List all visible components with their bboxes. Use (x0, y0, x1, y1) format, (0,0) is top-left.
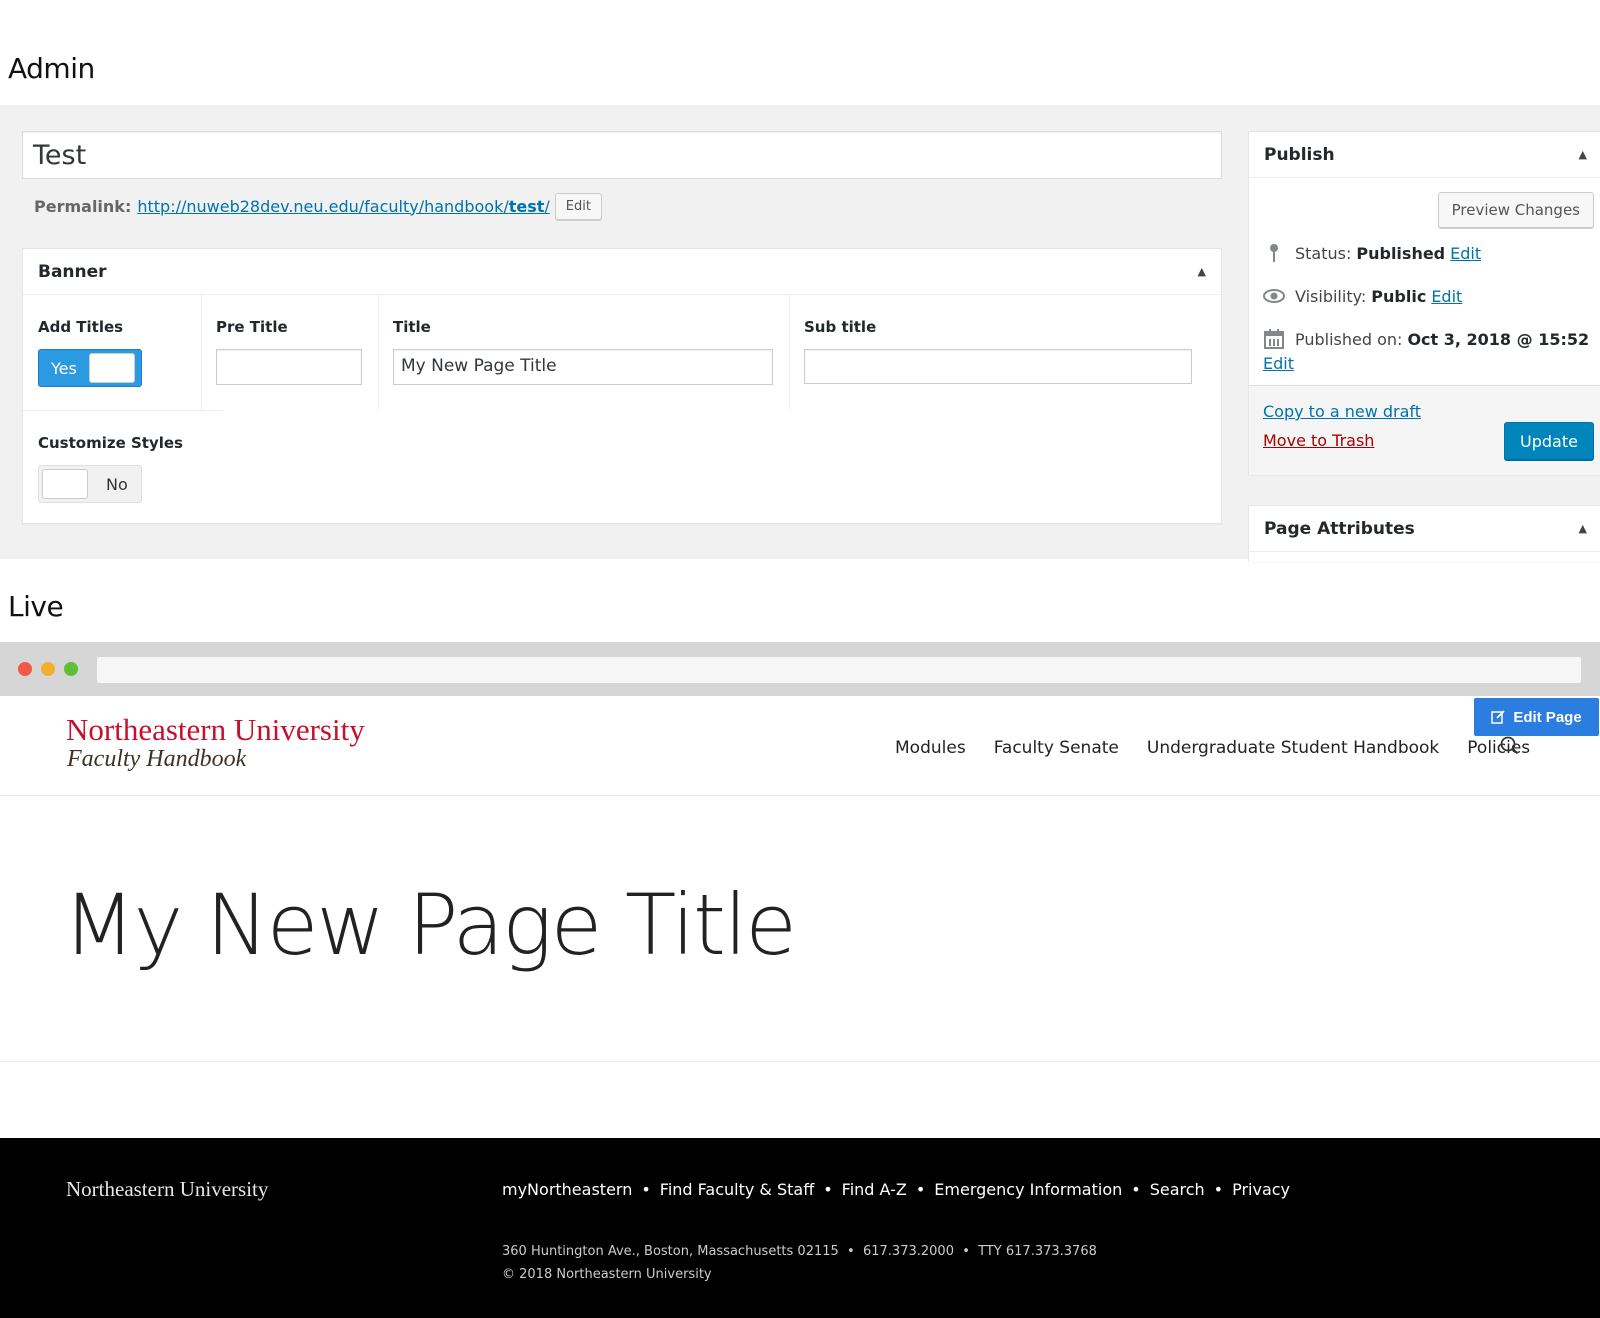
footer-address-line: 360 Huntington Ave., Boston, Massachuset… (502, 1244, 1097, 1259)
published-on-value: Oct 3, 2018 @ 15:52 (1407, 329, 1590, 349)
sub-title-field: Sub title (804, 318, 876, 336)
collapse-triangle-icon[interactable]: ▲ (1198, 265, 1206, 278)
status-value: Published (1356, 243, 1446, 263)
footer-link-search[interactable]: Search (1150, 1180, 1205, 1199)
permalink-label: Permalink: (34, 196, 132, 216)
customize-styles-toggle-label: No (106, 474, 128, 494)
preview-changes-button[interactable]: Preview Changes (1437, 192, 1594, 228)
edit-page-label: Edit Page (1513, 708, 1582, 726)
status-row: Status: Published Edit (1263, 242, 1481, 264)
banner-heading: Banner (38, 261, 107, 282)
edit-page-button[interactable]: Edit Page (1474, 698, 1599, 736)
add-titles-toggle-label: Yes (51, 358, 77, 378)
banner-metabox-header[interactable]: Banner ▲ (23, 249, 1221, 295)
live-section-heading: Live (8, 590, 64, 623)
pre-title-field: Pre Title (216, 318, 288, 336)
footer-links: myNortheastern • Find Faculty & Staff • Fi… (502, 1180, 1291, 1199)
visibility-label: Visibility: (1295, 286, 1367, 306)
status-edit-link[interactable]: Edit (1450, 244, 1481, 263)
nav-item-policies[interactable]: Policies (1467, 738, 1530, 758)
published-on-row: Published on: Oct 3, 2018 @ 15:52 (1263, 328, 1589, 350)
add-titles-label: Add Titles (38, 318, 124, 336)
nav-item-undergraduate-handbook[interactable]: Undergraduate Student Handbook (1147, 738, 1439, 758)
footer-logo[interactable]: Northeastern University (66, 1177, 268, 1202)
sub-title-label: Sub title (804, 318, 877, 336)
footer-link-find-faculty[interactable]: Find Faculty & Staff (660, 1180, 814, 1199)
post-title-input[interactable]: Test (22, 131, 1222, 179)
admin-section-heading: Admin (8, 52, 95, 85)
address-bar[interactable] (97, 657, 1581, 683)
search-icon[interactable] (1500, 736, 1519, 760)
site-footer: Northeastern University myNortheastern • … (0, 1138, 1600, 1318)
published-on-edit-link[interactable]: Edit (1263, 354, 1294, 373)
title-field: Title (393, 318, 431, 336)
minimize-window-dot[interactable] (41, 662, 55, 676)
nav-item-modules[interactable]: Modules (895, 738, 966, 758)
title-label: Title (393, 318, 431, 336)
page-attributes-header[interactable]: Page Attributes ▲ (1249, 506, 1600, 552)
footer-link-find-a-z[interactable]: Find A-Z (842, 1180, 907, 1199)
site-logo-subtitle[interactable]: Faculty Handbook (67, 746, 246, 773)
footer-address: 360 Huntington Ave., Boston, Massachuset… (502, 1240, 1097, 1286)
edit-icon (1491, 710, 1505, 724)
permalink-edit-button[interactable]: Edit (554, 192, 602, 220)
calendar-icon (1263, 328, 1285, 350)
sub-title-textarea[interactable] (804, 349, 1192, 384)
publish-heading: Publish (1264, 144, 1335, 165)
site-logo-title[interactable]: Northeastern University (66, 712, 365, 748)
permalink-row: Permalink: http://nuweb28dev.neu.edu/fac… (34, 191, 602, 221)
site-header: Northeastern University Faculty Handbook… (0, 696, 1600, 796)
visibility-edit-link[interactable]: Edit (1431, 287, 1462, 306)
pre-title-label: Pre Title (216, 318, 288, 336)
eye-icon (1263, 285, 1285, 307)
status-label: Status: (1295, 243, 1352, 263)
visibility-row: Visibility: Public Edit (1263, 285, 1462, 307)
page-attributes-metabox: Page Attributes ▲ (1248, 505, 1600, 561)
publish-metabox: Publish ▲ Preview Changes Status: Publis… (1248, 131, 1600, 475)
copy-to-draft-link[interactable]: Copy to a new draft (1263, 402, 1421, 421)
customize-styles-label: Customize Styles (38, 434, 183, 452)
nav-item-faculty-senate[interactable]: Faculty Senate (994, 738, 1119, 758)
collapse-triangle-icon[interactable]: ▲ (1579, 522, 1587, 535)
toggle-knob (42, 469, 88, 499)
wp-admin-editor: Test Permalink: http://nuweb28dev.neu.ed… (0, 105, 1600, 561)
main-nav: Modules Faculty Senate Undergraduate Stu… (867, 738, 1530, 758)
page-title: My New Page Title (63, 876, 797, 974)
add-titles-toggle[interactable]: Yes (38, 349, 142, 387)
visibility-value: Public (1371, 286, 1427, 306)
published-on-label: Published on: (1295, 329, 1403, 349)
publish-actions: Copy to a new draft Move to Trash Update (1249, 385, 1600, 475)
collapse-triangle-icon[interactable]: ▲ (1579, 148, 1587, 161)
pre-title-input[interactable] (216, 349, 362, 385)
browser-chrome (0, 642, 1600, 696)
move-to-trash-link[interactable]: Move to Trash (1263, 431, 1374, 450)
footer-copyright: © 2018 Northeastern University (502, 1267, 712, 1282)
close-window-dot[interactable] (18, 662, 32, 676)
footer-link-mynortheastern[interactable]: myNortheastern (502, 1180, 632, 1199)
footer-link-privacy[interactable]: Privacy (1232, 1180, 1290, 1199)
content-divider (0, 1061, 1600, 1062)
title-input[interactable]: My New Page Title (393, 349, 773, 385)
permalink-link[interactable]: http://nuweb28dev.neu.edu/faculty/handbo… (137, 197, 549, 216)
toggle-knob (88, 353, 135, 383)
publish-metabox-header[interactable]: Publish ▲ (1249, 132, 1600, 178)
customize-styles-field: Customize Styles (38, 434, 183, 452)
page-attributes-heading: Page Attributes (1264, 518, 1415, 539)
pin-icon (1263, 242, 1285, 264)
maximize-window-dot[interactable] (64, 662, 78, 676)
customize-styles-toggle[interactable]: No (38, 465, 142, 503)
footer-link-emergency[interactable]: Emergency Information (934, 1180, 1122, 1199)
add-titles-field: Add Titles (38, 318, 123, 336)
update-button[interactable]: Update (1504, 422, 1594, 460)
banner-metabox: Banner ▲ Add Titles Yes Pre Title Title … (22, 248, 1222, 524)
